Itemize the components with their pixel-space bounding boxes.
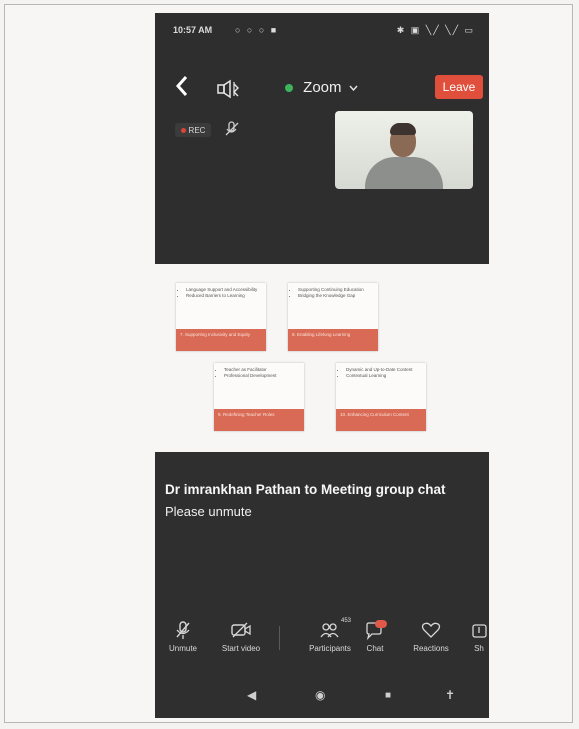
- slide-card: Dynamic and Up-to-Date Content Contextua…: [336, 363, 426, 431]
- participants-button[interactable]: 453 Participants: [301, 618, 359, 662]
- slide-bullet: Supporting Continuing Education: [298, 287, 374, 292]
- meeting-chat-screen: Dr imrankhan Pathan to Meeting group cha…: [155, 452, 489, 718]
- start-video-label: Start video: [221, 644, 261, 653]
- circle-home-icon[interactable]: ◉: [315, 688, 325, 702]
- start-video-button[interactable]: Start video: [213, 620, 269, 662]
- slide-card: Supporting Continuing Education Bridging…: [288, 283, 378, 351]
- status-bar: 10:57 AM ○ ○ ○ ■ ✱ ▣ ╲╱ ╲╱ ▭: [155, 13, 489, 47]
- slide-bullet: Bridging the Knowledge Gap: [298, 293, 374, 298]
- heart-icon: [421, 622, 441, 638]
- participants-count: 453: [341, 618, 352, 624]
- leave-button[interactable]: Leave: [435, 75, 483, 99]
- slide-thumbnails: Language Support and Accessibility Reduc…: [172, 283, 442, 433]
- host-mic-status: [223, 120, 241, 138]
- slide-title: 10. Enhancing Curriculum Content: [336, 409, 426, 431]
- speaker-bluetooth-icon: [217, 79, 239, 99]
- meeting-title: Zoom: [303, 79, 342, 96]
- chat-unread-indicator: [375, 620, 387, 628]
- meeting-toolbar: Unmute Start video 453 Participants Chat…: [155, 618, 489, 662]
- android-nav-bar: ◀ ◉ ■ ✝: [155, 684, 489, 710]
- slide-bullet: Language Support and Accessibility: [186, 287, 262, 292]
- chat-label: Chat: [366, 644, 384, 653]
- slide-card: Language Support and Accessibility Reduc…: [176, 283, 266, 351]
- meeting-top-bar: Zoom Leave: [155, 73, 489, 103]
- chat-message: Please unmute: [165, 504, 252, 519]
- recording-badge: REC: [175, 123, 211, 137]
- chevron-left-icon: [175, 76, 188, 96]
- connected-dot-icon: [285, 84, 293, 93]
- unmute-button[interactable]: Unmute: [163, 620, 203, 662]
- share-label: Sh: [474, 644, 484, 653]
- recording-label: REC: [188, 125, 206, 135]
- toolbar-divider: [279, 626, 280, 650]
- chevron-down-icon: [349, 85, 358, 92]
- meeting-screen: 10:57 AM ○ ○ ○ ■ ✱ ▣ ╲╱ ╲╱ ▭ Zoom Leave: [155, 13, 489, 264]
- people-icon: [320, 623, 339, 638]
- unmute-label: Unmute: [168, 644, 197, 653]
- slide-bullet: Teacher as Facilitator: [224, 367, 300, 372]
- mic-off-icon: [225, 121, 239, 136]
- audio-output-button[interactable]: [217, 79, 241, 99]
- status-notification-icons: ○ ○ ○ ■: [235, 25, 279, 35]
- status-time: 10:57 AM: [173, 25, 213, 35]
- participants-label: Participants: [309, 644, 351, 653]
- slide-bullet: Dynamic and Up-to-Date Content: [346, 367, 422, 372]
- share-button[interactable]: Sh: [469, 620, 489, 662]
- slide-bullet: Reduced Barriers to Learning: [186, 293, 262, 298]
- slide-card: Teacher as Facilitator Professional Deve…: [214, 363, 304, 431]
- triangle-back-icon[interactable]: ◀: [247, 688, 256, 702]
- mic-off-icon: [176, 621, 190, 639]
- slide-bullet: Professional Development: [224, 373, 300, 378]
- status-system-icons: ✱ ▣ ╲╱ ╲╱ ▭: [396, 25, 475, 35]
- reactions-label: Reactions: [413, 644, 449, 653]
- slide-title: 7. Supporting Inclusivity and Equity: [176, 329, 266, 351]
- accessibility-icon[interactable]: ✝: [445, 688, 455, 702]
- slide-title: 8. Enabling Lifelong Learning: [288, 329, 378, 351]
- participant-video-tile[interactable]: [335, 111, 473, 189]
- chat-button[interactable]: Chat: [359, 620, 391, 662]
- back-button[interactable]: [175, 75, 189, 104]
- participant-hair: [390, 123, 416, 135]
- meeting-title-dropdown[interactable]: Zoom: [285, 79, 358, 96]
- square-recents-icon[interactable]: ■: [385, 690, 391, 701]
- video-off-icon: [231, 622, 251, 638]
- record-dot-icon: [180, 127, 186, 133]
- participant-body: [365, 157, 443, 189]
- slide-bullet: Contextual Learning: [346, 373, 422, 378]
- reactions-button[interactable]: Reactions: [405, 620, 457, 662]
- slide-title: 9. Redefining Teacher Roles: [214, 409, 304, 431]
- share-icon: [472, 624, 487, 638]
- chat-sender-line: Dr imrankhan Pathan to Meeting group cha…: [165, 482, 446, 497]
